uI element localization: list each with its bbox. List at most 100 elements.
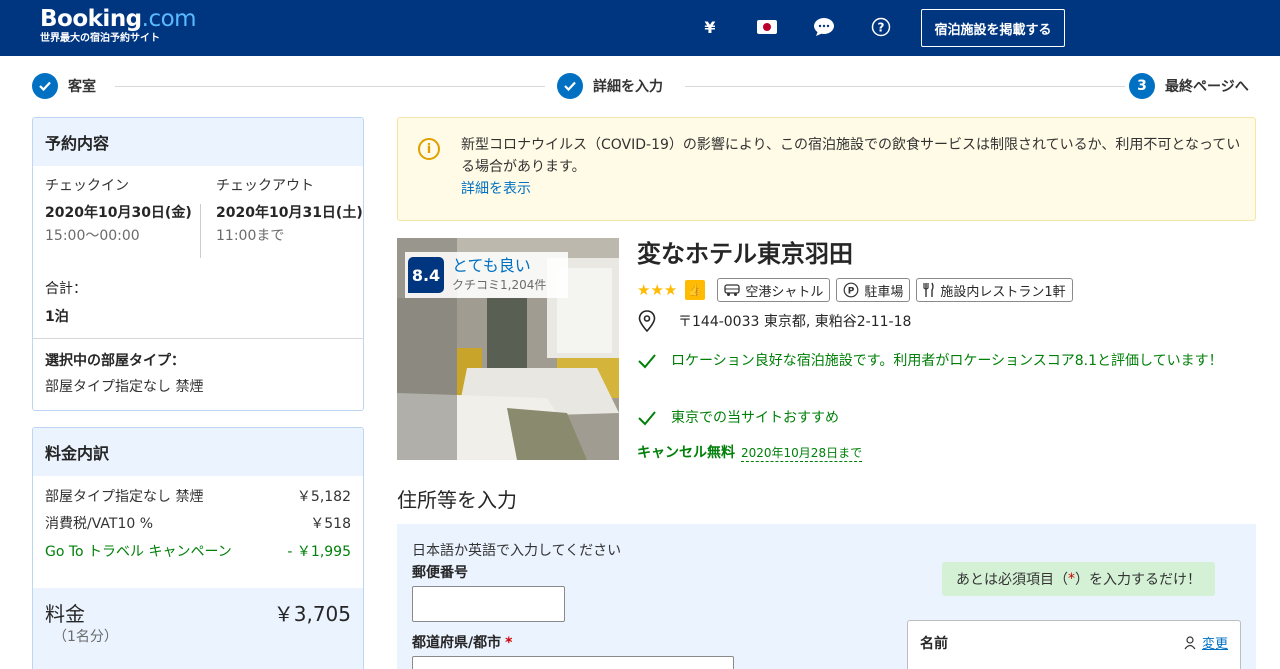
selected-room-title: 選択中の部屋タイプ： (45, 353, 185, 369)
step-final: 3 最終ページへ (1129, 73, 1249, 99)
required-note-pre: あとは必須項目（ (956, 572, 1068, 588)
parking-icon: P (843, 282, 859, 298)
total-label: 合計： (45, 281, 87, 297)
divider (33, 338, 363, 339)
progress-line (685, 86, 1125, 87)
checkmark-icon (638, 354, 656, 369)
svg-text:P: P (848, 287, 855, 297)
free-cancellation: キャンセル無料 2020年10月28日まで (637, 442, 863, 462)
logo-main-text: Booking (40, 6, 142, 32)
logo-com-text: .com (141, 6, 197, 32)
checkin-label: チェックイン (45, 178, 129, 194)
address-form: 日本語か英語で入力してください 郵便番号 都道府県/都市 * あとは必須項目（ *）… (397, 524, 1256, 669)
edit-link-text: 変更 (1201, 637, 1228, 652)
covid-alert: i 新型コロナウイルス（COVID-19）の影響により、この宿泊施設での飲食サー… (397, 117, 1256, 221)
checkmark-icon (638, 411, 656, 426)
address-text: 〒144-0033 東京都, 東粕谷2-11-18 (678, 314, 912, 330)
chat-icon (814, 18, 834, 36)
highlight-location: ロケーション良好な宿泊施設です。利用者がロケーションスコア8.1と評価しています… (637, 349, 1257, 373)
progress-line (115, 86, 545, 87)
guest-edit-link[interactable]: 変更 (1184, 633, 1228, 652)
total-nights: 1泊 (45, 309, 69, 325)
review-score[interactable]: 8.4 とても良い クチコミ1,204件 (405, 252, 568, 298)
svg-text:?: ? (878, 21, 885, 35)
price-row-discount: Go To トラベル キャンペーン - ￥1,995 (45, 541, 351, 561)
guest-name-label: 名前 (920, 636, 948, 652)
checkin-date: 2020年10月30日(金) (45, 205, 192, 221)
language-button[interactable] (753, 14, 781, 40)
price-total-label: 料金 (45, 602, 85, 626)
logo-tagline: 世界最大の宿泊予約サイト (40, 33, 160, 44)
amenity-airport-shuttle: 空港シャトル (717, 278, 831, 302)
step-room: 客室 (32, 73, 96, 99)
required-note-mark: * (1068, 571, 1075, 587)
shuttle-icon (724, 284, 740, 296)
price-row-value: ￥518 (310, 516, 351, 532)
amenity-label: 施設内レストラン1軒 (940, 284, 1066, 300)
price-total-sub: （1名分） (53, 629, 118, 645)
price-row-label: 消費税/VAT10 % (45, 516, 154, 532)
step-number: 3 (1129, 73, 1155, 99)
prefecture-input[interactable] (412, 656, 734, 669)
amenity-restaurant: 施設内レストラン1軒 (916, 278, 1073, 302)
score-word: とても良い (452, 256, 531, 275)
required-mark: * (505, 635, 513, 651)
person-icon (1184, 635, 1196, 649)
checkmark-icon (32, 73, 58, 99)
checkin-time: 15:00～00:00 (45, 228, 140, 244)
divider (200, 204, 201, 258)
booking-progress: 客室 詳細を入力 3 最終ページへ (0, 56, 1280, 116)
list-property-button[interactable]: 宿泊施設を掲載する (921, 9, 1065, 47)
highlight-text: ロケーション良好な宿泊施設です。利用者がロケーションスコア8.1と評価しています… (671, 353, 1223, 369)
info-icon: i (418, 138, 440, 160)
help-icon: ? (871, 17, 891, 37)
restaurant-icon (923, 282, 935, 297)
location-pin-icon (638, 310, 656, 332)
prefecture-label: 都道府県/都市 * (412, 632, 512, 652)
checkout-label: チェックアウト (216, 178, 314, 194)
thumbs-up-icon: 👍 (685, 280, 706, 300)
amenity-label: 空港シャトル (745, 284, 824, 300)
step-label: 詳細を入力 (593, 79, 663, 95)
checkmark-icon (557, 73, 583, 99)
chat-button[interactable] (810, 14, 838, 40)
alert-details-link[interactable]: 詳細を表示 (461, 178, 531, 198)
required-note-post: ）を入力するだけ！ (1075, 572, 1201, 588)
address-section-title: 住所等を入力 (397, 488, 517, 512)
amenity-label: 駐車場 (864, 284, 904, 300)
price-row-value: ￥5,182 (296, 489, 351, 505)
amenity-parking: P 駐車場 (836, 278, 911, 302)
postal-code-label: 郵便番号 (412, 565, 468, 581)
booking-summary-box: 予約内容 チェックイン 2020年10月30日(金) 15:00～00:00 チ… (32, 117, 364, 411)
prefecture-label-text: 都道府県/都市 (412, 635, 502, 651)
help-button[interactable]: ? (867, 14, 895, 40)
top-header: Booking.com 世界最大の宿泊予約サイト ¥ ? 宿泊施設を掲載する (0, 0, 1280, 56)
step-details: 詳細を入力 (557, 73, 663, 99)
required-fields-note: あとは必須項目（ * ）を入力するだけ！ (942, 562, 1215, 596)
guest-name-box: 名前 変更 (907, 620, 1241, 669)
selected-room-value: 部屋タイプ指定なし 禁煙 (45, 379, 204, 395)
price-row: 消費税/VAT10 % ￥518 (45, 513, 351, 533)
price-row: 部屋タイプ指定なし 禁煙 ￥5,182 (45, 486, 351, 506)
yen-icon: ¥ (704, 17, 716, 37)
checkin-block: チェックイン 2020年10月30日(金) 15:00～00:00 (45, 176, 205, 246)
hotel-address: 〒144-0033 東京都, 東粕谷2-11-18 (637, 309, 911, 333)
cancel-free-label: キャンセル無料 (637, 445, 735, 461)
review-count: クチコミ1,204件 (452, 278, 547, 292)
price-total: 料金 ￥3,705 （1名分） (33, 588, 363, 669)
checkout-date: 2020年10月31日(土) (216, 205, 363, 221)
star-rating-icon: ★★★ (637, 281, 678, 299)
currency-button[interactable]: ¥ (696, 14, 724, 40)
price-row-value: - ￥1,995 (287, 544, 351, 560)
booking-logo[interactable]: Booking.com 世界最大の宿泊予約サイト (40, 6, 197, 45)
highlight-text: 東京での当サイトおすすめ (671, 410, 839, 426)
price-row-label: Go To トラベル キャンペーン (45, 544, 232, 560)
cancel-deadline[interactable]: 2020年10月28日まで (741, 445, 863, 462)
checkout-time: 11:00まで (216, 228, 285, 244)
postal-code-input[interactable] (412, 586, 565, 622)
price-breakdown-title: 料金内訳 (33, 428, 363, 476)
score-badge: 8.4 (408, 257, 444, 293)
step-label: 最終ページへ (1165, 79, 1249, 95)
price-row-label: 部屋タイプ指定なし 禁煙 (45, 489, 204, 505)
price-total-value: ￥3,705 (273, 602, 351, 626)
